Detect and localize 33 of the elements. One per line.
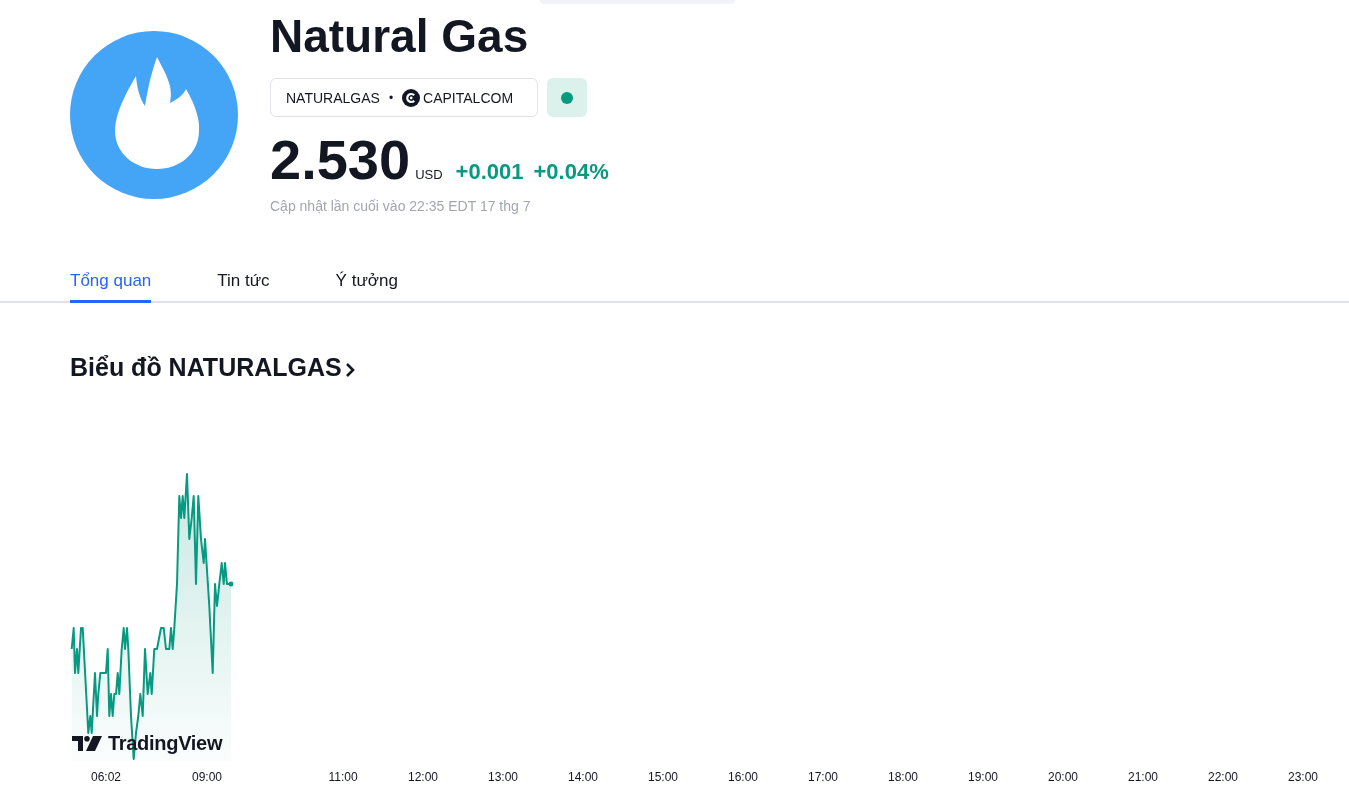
time-axis-label: 16:00 (728, 769, 758, 785)
time-axis-label: 19:00 (968, 769, 998, 785)
time-axis-label: 17:00 (808, 769, 838, 785)
price-value: 2.530 (270, 130, 411, 190)
price-change: +0.001 (455, 159, 524, 185)
exchange-logo-icon (402, 88, 421, 107)
time-axis-label: 21:00 (1128, 769, 1158, 785)
time-axis-label: 09:00 (192, 769, 222, 785)
tab[interactable]: Tin tức (217, 269, 270, 303)
flame-logo-icon (70, 31, 238, 199)
exchange-text: CAPITALCOM (423, 89, 514, 106)
market-status-button[interactable] (547, 78, 588, 117)
last-updated-text: Cập nhật lần cuối vào 22:35 EDT 17 thg 7 (270, 197, 531, 215)
time-axis-label: 14:00 (568, 769, 598, 785)
separator-text: • (388, 90, 394, 105)
time-axis-label: 15:00 (648, 769, 678, 785)
time-axis-label: 18:00 (888, 769, 918, 785)
time-axis-label: 22:00 (1208, 769, 1238, 785)
time-axis-label: 20:00 (1048, 769, 1078, 785)
symbol-text: NATURALGAS (286, 89, 380, 106)
price-change-percent: +0.04% (533, 159, 609, 185)
chevron-right-icon (344, 362, 355, 378)
tab[interactable]: Ý tưởng (335, 269, 398, 303)
time-axis-label: 06:02 (91, 769, 121, 785)
currency-label: USD (415, 167, 443, 182)
instrument-title: Natural Gas (270, 9, 529, 63)
symbol-exchange-chip[interactable]: NATURALGAS • CAPITALCOM (270, 78, 539, 117)
tab[interactable]: Tổng quan (70, 269, 152, 303)
time-axis-label: 11:00 (328, 769, 358, 785)
time-axis-label: 13:00 (488, 769, 518, 785)
chart-brand-icon (72, 735, 102, 751)
time-axis-label: 23:00 (1288, 769, 1318, 785)
time-axis-label: 12:00 (408, 769, 438, 785)
